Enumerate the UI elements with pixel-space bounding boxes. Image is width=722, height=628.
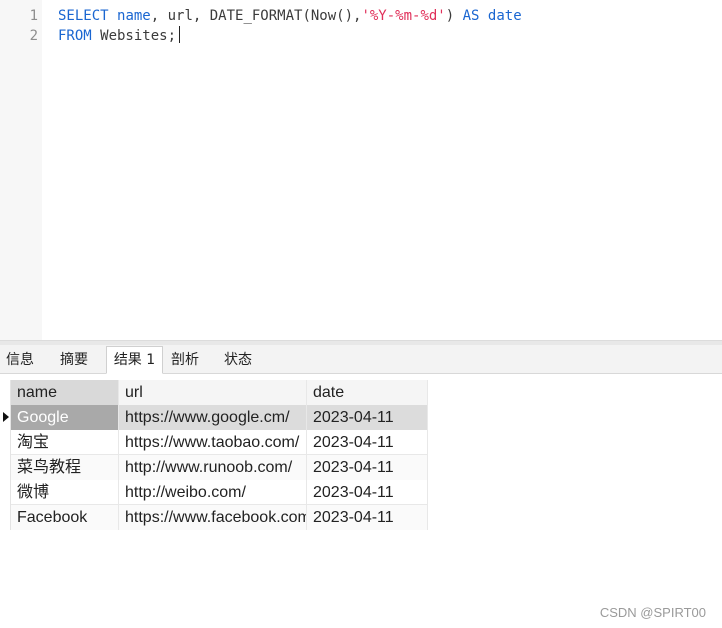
result-grid[interactable]: name url date Google https://www.google.… [3,380,428,530]
result-tab-bar: 信息 摘要 结果 1 剖析 状态 [0,345,722,374]
tab-result-1[interactable]: 结果 1 [106,346,163,374]
keyword-as: AS [462,8,480,24]
code-text: ) [445,8,463,24]
cell-url[interactable]: http://www.runoob.com/ [119,455,307,480]
column-header-date[interactable]: date [307,380,428,405]
cell-name[interactable]: 微博 [11,480,119,505]
cell-url[interactable]: https://www.taobao.com/ [119,430,307,455]
cell-date[interactable]: 2023-04-11 [307,505,428,530]
line-number-gutter: 1 2 [0,0,42,340]
string-literal: '%Y-%m-%d' [361,8,446,24]
code-text: Websites; [91,28,177,44]
cell-date[interactable]: 2023-04-11 [307,455,428,480]
cell-name[interactable]: Google [11,405,119,430]
tab-info[interactable]: 信息 [0,347,40,373]
column-name: name [117,8,151,24]
table-row[interactable]: Facebook https://www.facebook.com/ 2023-… [11,505,428,530]
tab-status[interactable]: 状态 [216,347,260,373]
table-row[interactable]: 淘宝 https://www.taobao.com/ 2023-04-11 [11,430,428,455]
keyword-select: SELECT [58,8,109,24]
watermark: CSDN @SPIRT00 [599,605,706,620]
table-row[interactable]: Google https://www.google.cm/ 2023-04-11 [3,405,428,430]
line-number: 1 [29,8,38,24]
cell-name[interactable]: 菜鸟教程 [11,455,119,480]
tab-summary[interactable]: 摘要 [52,347,96,373]
text-caret [179,26,181,43]
tab-profile[interactable]: 剖析 [163,347,207,373]
cell-url[interactable]: https://www.facebook.com/ [119,505,307,530]
line-number: 2 [29,28,38,44]
cell-date[interactable]: 2023-04-11 [307,430,428,455]
cell-date[interactable]: 2023-04-11 [307,405,428,430]
cell-name[interactable]: Facebook [11,505,119,530]
code-line-1[interactable]: SELECT name, url, DATE_FORMAT(Now(),'%Y-… [58,6,522,26]
cell-url[interactable]: http://weibo.com/ [119,480,307,505]
cell-name[interactable]: 淘宝 [11,430,119,455]
column-header-name[interactable]: name [11,380,119,405]
cell-url[interactable]: https://www.google.cm/ [119,405,307,430]
keyword-from: FROM [58,28,92,44]
current-row-indicator-icon [3,412,9,422]
code-text: , url, DATE_FORMAT(Now(), [150,8,362,24]
cell-date[interactable]: 2023-04-11 [307,480,428,505]
column-header-url[interactable]: url [119,380,307,405]
table-row[interactable]: 微博 http://weibo.com/ 2023-04-11 [11,480,428,505]
code-line-2[interactable]: FROM Websites; [58,26,181,46]
table-row[interactable]: 菜鸟教程 http://www.runoob.com/ 2023-04-11 [11,455,428,480]
grid-header-row: name url date [11,380,428,405]
alias-date: date [487,8,522,24]
sql-editor[interactable]: 1 2 SELECT name, url, DATE_FORMAT(Now(),… [0,0,722,340]
